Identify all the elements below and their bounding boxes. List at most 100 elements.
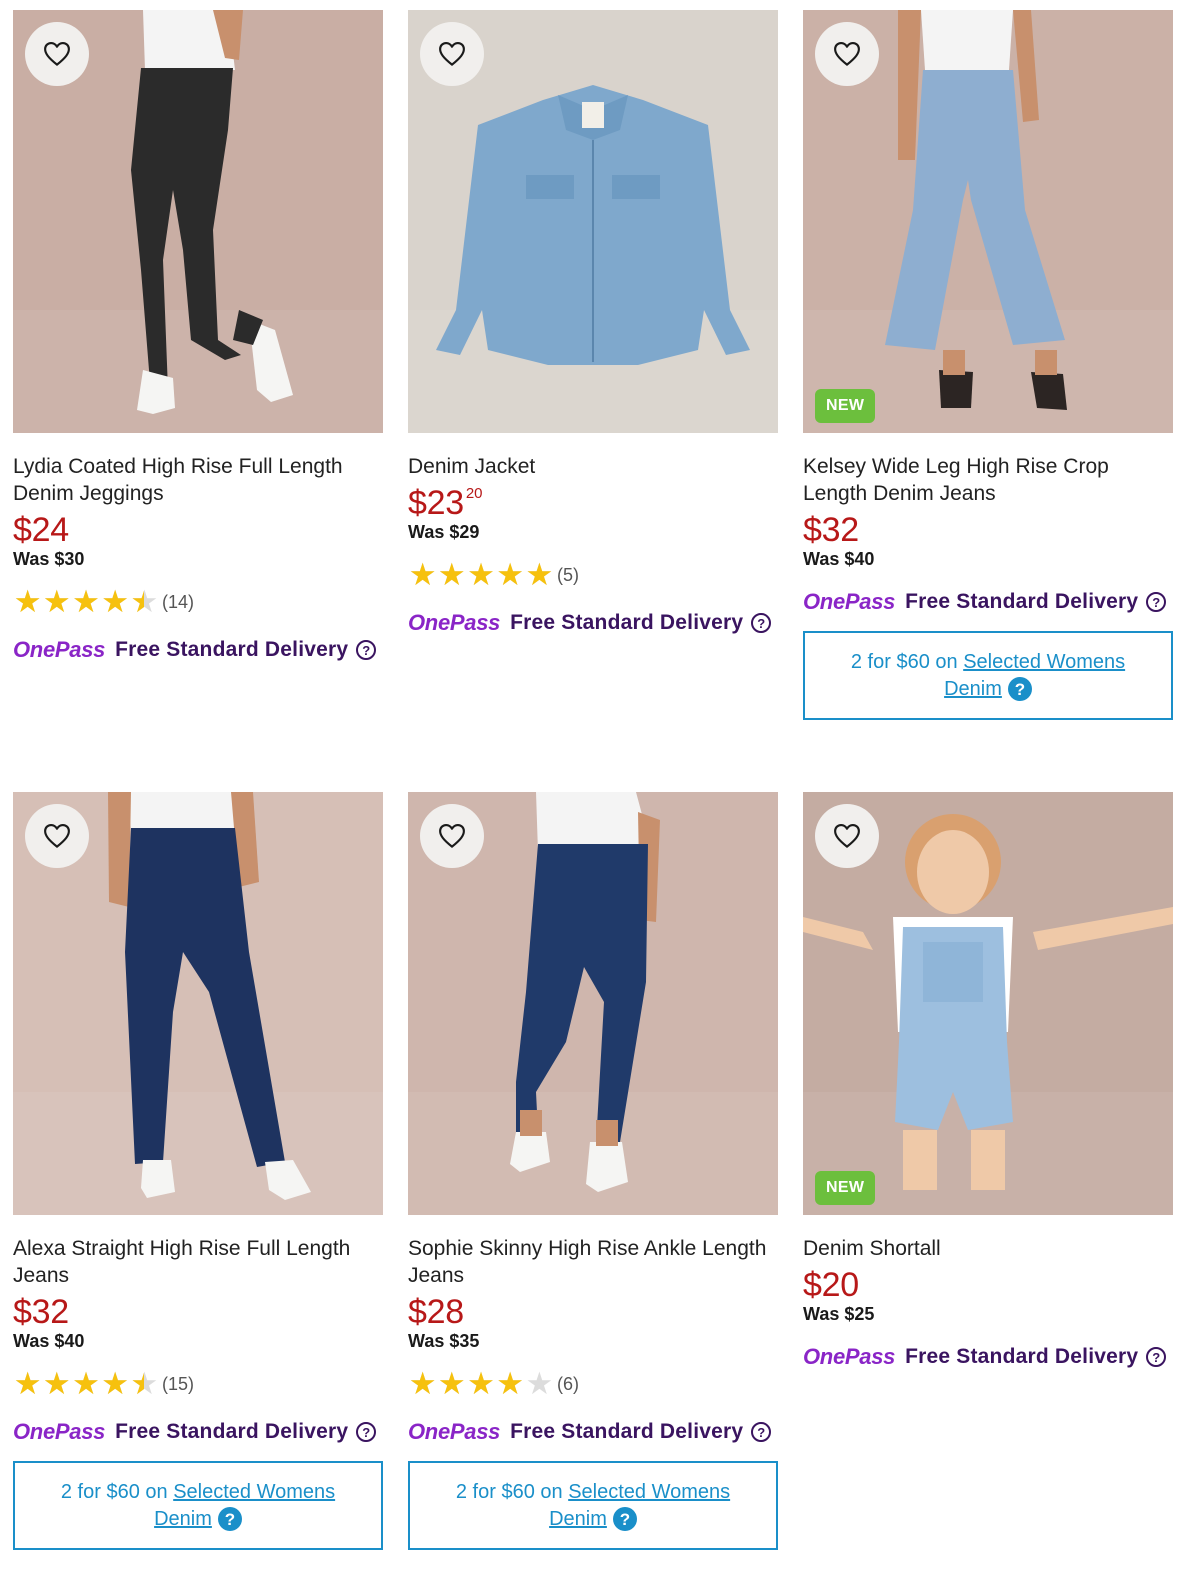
delivery-info: OnePass Free Standard Delivery ? — [408, 1417, 778, 1447]
was-price: Was $25 — [803, 1304, 875, 1324]
star-icon: ★ — [42, 1370, 71, 1398]
price-dollars: $32 — [803, 511, 859, 549]
stars-filled-wrap: ★★★★★ — [13, 588, 145, 616]
rating[interactable]: ★★★★★ ★★★★★ (6) — [408, 1368, 778, 1399]
question-circle-icon[interactable]: ? — [751, 1422, 772, 1442]
price-dollars: $20 — [803, 1266, 859, 1304]
product-card-2[interactable]: Denim Jacket $23 20 Was $29 ★ ★ ★ ★ ★ ★ ★ ★ ★ ★ … — [408, 10, 778, 638]
product-title[interactable]: Sophie Skinny High Rise Ankle Length Jea… — [408, 1235, 770, 1289]
was-price: Was $40 — [803, 549, 875, 569]
favourite-button[interactable] — [815, 804, 879, 868]
promo-box[interactable]: 2 for $60 on Selected Womens Denim? — [803, 631, 1173, 720]
promo-line-1: 2 for $60 on Selected Womens — [456, 1479, 730, 1506]
question-circle-icon[interactable]: ? — [612, 1507, 637, 1532]
was-price: Was $29 — [408, 522, 480, 542]
favourite-button[interactable] — [420, 22, 484, 86]
product-card-3[interactable]: NEW Kelsey Wide Leg High Rise Crop Lengt… — [803, 10, 1173, 720]
rating[interactable]: ★ ★ ★ ★ ★ ★ ★ ★ ★ ★ (14) — [13, 586, 383, 617]
product-image[interactable] — [13, 10, 383, 433]
question-circle-icon[interactable]: ? — [356, 1422, 377, 1442]
favourite-button[interactable] — [25, 22, 89, 86]
star-icon: ★ — [496, 1370, 525, 1398]
star-icon: ★ — [13, 588, 42, 616]
heart-outline-icon — [439, 41, 465, 66]
onepass-logo: OnePass — [13, 637, 106, 662]
star-icon: ★ — [437, 1370, 466, 1398]
delivery-info: OnePass Free Standard Delivery ? — [13, 635, 383, 665]
delivery-text: Free Standard Delivery — [905, 1345, 1139, 1368]
heart-outline-icon — [834, 823, 860, 848]
product-image[interactable]: NEW — [803, 792, 1173, 1215]
star-icon: ★ — [101, 1370, 130, 1398]
stars-filled: ★★★★★ — [408, 1370, 525, 1398]
product-title[interactable]: Denim Shortall — [803, 1235, 1165, 1262]
star-rating: ★★★★★ ★★★★★ — [13, 586, 159, 617]
question-circle-icon[interactable]: ? — [356, 640, 377, 660]
question-circle-icon[interactable]: ? — [751, 613, 772, 633]
product-title[interactable]: Denim Jacket — [408, 453, 770, 480]
rating[interactable]: ★ ★ ★ ★ ★ ★ ★ ★ ★ ★ (15) — [13, 1368, 383, 1399]
favourite-button[interactable] — [420, 804, 484, 868]
promo-line-1: 2 for $60 on Selected Womens — [61, 1479, 335, 1506]
star-icon: ★ — [130, 1370, 145, 1398]
price: $20 — [803, 1267, 1173, 1303]
price: $28 — [408, 1294, 778, 1330]
star-icon: ★ — [72, 1370, 100, 1398]
product-card-6[interactable]: NEW Denim Shortall $20 Was $25 OnePass F… — [803, 792, 1173, 1372]
delivery-text: Free Standard Delivery — [115, 638, 349, 661]
product-image[interactable] — [13, 792, 383, 1215]
rating-count: (6) — [557, 1373, 579, 1394]
delivery-info: OnePass Free Standard Delivery ? — [13, 1417, 383, 1447]
price-dollars: $24 — [13, 511, 69, 549]
rating[interactable]: ★ ★ ★ ★ ★ ★ ★ ★ ★ ★ (5) — [408, 559, 778, 590]
product-title[interactable]: Kelsey Wide Leg High Rise Crop Length De… — [803, 453, 1165, 507]
question-circle-icon[interactable]: ? — [1007, 677, 1032, 702]
star-icon: ★ — [13, 1370, 42, 1398]
stars-filled-wrap: ★★★★★ — [408, 1370, 525, 1398]
promo-box[interactable]: 2 for $60 on Selected Womens Denim? — [408, 1461, 778, 1550]
star-icon: ★ — [496, 561, 525, 589]
promo-link[interactable]: Selected Womens — [173, 1481, 335, 1503]
promo-link[interactable]: Selected Womens — [963, 651, 1125, 673]
was-price: Was $30 — [13, 549, 85, 569]
promo-prefix: 2 for $60 on — [60, 1480, 168, 1503]
promo-link[interactable]: Selected Womens — [568, 1481, 730, 1503]
question-circle-icon[interactable]: ? — [1146, 592, 1167, 612]
onepass-logo: OnePass — [408, 1419, 501, 1444]
star-icon: ★ — [525, 561, 554, 589]
stars-filled: ★★★★★ — [13, 1370, 145, 1398]
price: $24 — [13, 512, 383, 548]
product-title[interactable]: Alexa Straight High Rise Full Length Jea… — [13, 1235, 375, 1289]
product-card-4[interactable]: Alexa Straight High Rise Full Length Jea… — [13, 792, 383, 1550]
was-price: Was $35 — [408, 1331, 480, 1351]
promo-link-denim[interactable]: Denim — [549, 1508, 607, 1530]
promo-link-denim[interactable]: Denim — [944, 678, 1002, 700]
question-circle-icon[interactable]: ? — [217, 1507, 242, 1532]
product-card-1[interactable]: Lydia Coated High Rise Full Length Denim… — [13, 10, 383, 665]
rating-count: (5) — [557, 564, 579, 585]
star-icon: ★ — [437, 561, 466, 589]
promo-line-2: Denim? — [549, 1506, 637, 1533]
stars-filled-wrap: ★★★★★ — [408, 561, 554, 589]
favourite-button[interactable] — [815, 22, 879, 86]
star-rating: ★★★★★ ★★★★★ — [13, 1368, 159, 1399]
product-title[interactable]: Lydia Coated High Rise Full Length Denim… — [13, 453, 375, 507]
favourite-button[interactable] — [25, 804, 89, 868]
onepass-logo: OnePass — [13, 1419, 106, 1444]
promo-line-2: Denim? — [154, 1506, 242, 1533]
promo-box[interactable]: 2 for $60 on Selected Womens Denim? — [13, 1461, 383, 1550]
product-card-5[interactable]: Sophie Skinny High Rise Ankle Length Jea… — [408, 792, 778, 1550]
delivery-info: OnePass Free Standard Delivery ? — [803, 1342, 1173, 1372]
stars-filled: ★★★★★ — [13, 588, 145, 616]
heart-outline-icon — [44, 823, 70, 848]
onepass-logo: OnePass — [408, 610, 501, 635]
question-circle-icon[interactable]: ? — [1146, 1347, 1167, 1367]
product-image[interactable]: NEW — [803, 10, 1173, 433]
product-image[interactable] — [408, 10, 778, 433]
promo-prefix: 2 for $60 on — [455, 1480, 563, 1503]
delivery-text: Free Standard Delivery — [510, 1420, 744, 1443]
price-dollars: $28 — [408, 1293, 464, 1331]
promo-link-denim[interactable]: Denim — [154, 1508, 212, 1530]
delivery-text: Free Standard Delivery — [510, 611, 744, 634]
product-image[interactable] — [408, 792, 778, 1215]
